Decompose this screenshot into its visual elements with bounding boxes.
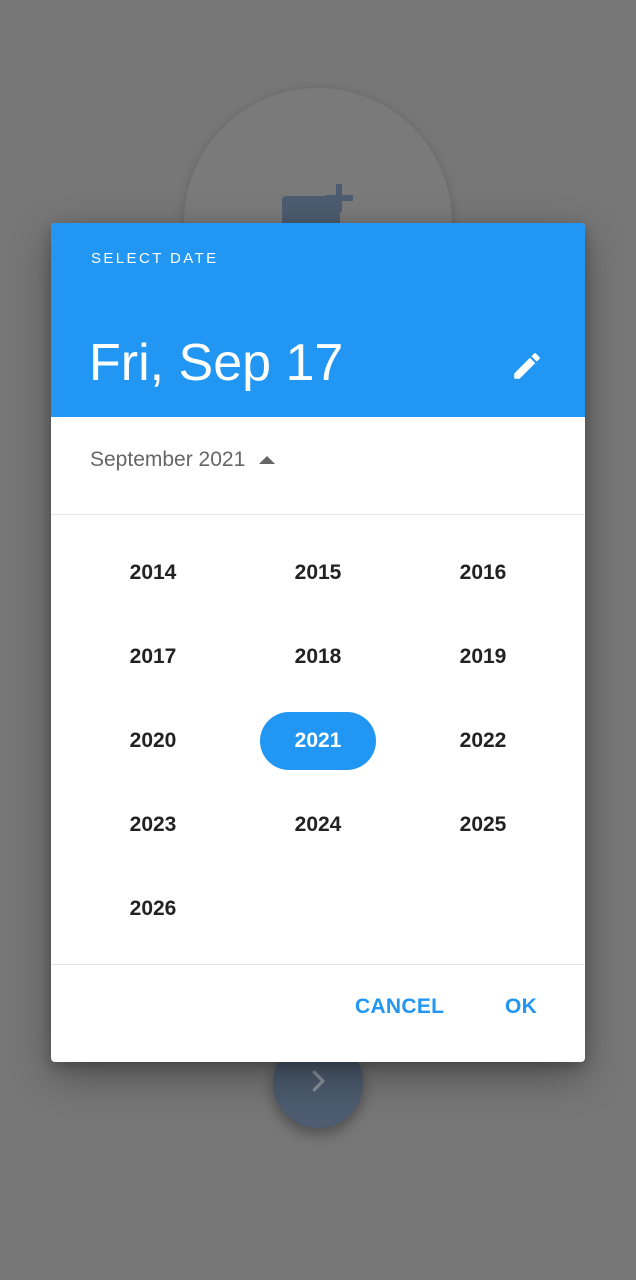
month-label: September 2021 bbox=[90, 448, 246, 471]
date-picker-dialog: SELECT DATE Fri, Sep 17 September 2021 2… bbox=[51, 223, 585, 1062]
dialog-header: SELECT DATE Fri, Sep 17 bbox=[51, 223, 585, 417]
year-item[interactable]: 2016 bbox=[425, 544, 541, 602]
dialog-actions: CANCEL OK bbox=[51, 964, 585, 1062]
year-item[interactable]: 2017 bbox=[95, 628, 211, 686]
selected-date: Fri, Sep 17 bbox=[89, 334, 344, 392]
header-label: SELECT DATE bbox=[91, 250, 219, 267]
year-item[interactable]: 2019 bbox=[425, 628, 541, 686]
year-item[interactable]: 2022 bbox=[425, 712, 541, 770]
year-item[interactable]: 2014 bbox=[95, 544, 211, 602]
year-item[interactable]: 2026 bbox=[95, 880, 211, 938]
year-item[interactable]: 2025 bbox=[425, 796, 541, 854]
cancel-button[interactable]: CANCEL bbox=[355, 995, 444, 1019]
caret-up-icon bbox=[259, 456, 276, 464]
year-grid: 2014 2015 2016 2017 2018 2019 2020 2021 … bbox=[51, 515, 585, 964]
year-item[interactable]: 2020 bbox=[95, 712, 211, 770]
month-row: September 2021 bbox=[51, 417, 585, 515]
edit-date-button[interactable] bbox=[505, 346, 549, 390]
month-year-toggle[interactable]: September 2021 bbox=[90, 442, 276, 478]
year-item[interactable]: 2018 bbox=[260, 628, 376, 686]
year-item[interactable]: 2015 bbox=[260, 544, 376, 602]
year-item-selected[interactable]: 2021 bbox=[260, 712, 376, 770]
pencil-icon bbox=[510, 349, 544, 388]
year-item[interactable]: 2023 bbox=[95, 796, 211, 854]
chevron-right-icon bbox=[303, 1066, 333, 1101]
year-item[interactable]: 2024 bbox=[260, 796, 376, 854]
ok-button[interactable]: OK bbox=[505, 995, 537, 1019]
